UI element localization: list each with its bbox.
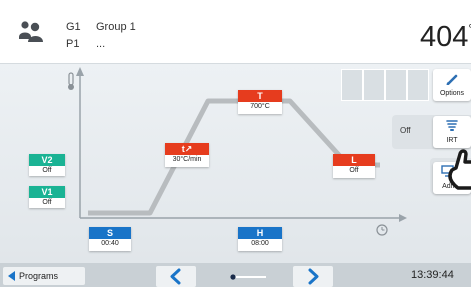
step-l-label: L — [333, 154, 375, 166]
page-slider[interactable] — [228, 274, 268, 280]
keypad-cell — [363, 69, 385, 101]
irt-label: IRT — [446, 137, 458, 144]
chevron-right-icon — [308, 268, 319, 285]
keypad-cell — [407, 69, 429, 101]
irt-state: Off — [400, 126, 411, 135]
step-s-button[interactable]: S 00:40 — [89, 227, 131, 251]
step-v2-value: Off — [42, 167, 52, 174]
step-s-value: 00:40 — [101, 240, 119, 247]
step-l-button[interactable]: L Off — [333, 154, 375, 178]
clock-time: 13:39:44 — [411, 269, 454, 281]
options-button[interactable]: Options — [433, 69, 471, 101]
chevron-left-icon — [170, 268, 181, 285]
footer-bar: Programs 13:39:44 — [0, 263, 471, 287]
step-t-rate-value: 30°C/min — [172, 156, 202, 163]
step-v2-button[interactable]: V2 Off — [29, 154, 65, 176]
step-v1-label: V1 — [29, 186, 65, 198]
quick-keypad — [341, 69, 429, 101]
irt-button[interactable]: IRT — [433, 116, 471, 148]
step-t-label: T — [238, 90, 282, 102]
options-label: Options — [439, 90, 465, 97]
slider-handle — [230, 274, 236, 280]
program-name[interactable]: ... — [96, 38, 105, 50]
temperature-value: 404 — [420, 21, 469, 53]
group-name[interactable]: Group 1 — [96, 21, 136, 33]
step-t-value: 700°C — [250, 103, 270, 110]
programs-button[interactable]: Programs — [3, 267, 85, 285]
step-heating-rate-button[interactable]: t↗ 30°C/min — [165, 143, 209, 167]
clock-icon — [376, 224, 388, 236]
x-axis-arrow — [399, 214, 407, 222]
step-h-value: 08:00 — [251, 240, 269, 247]
group-code: G1 — [66, 21, 81, 33]
y-axis-arrow — [76, 67, 84, 76]
keypad-cell — [341, 69, 363, 101]
arrow-left-icon — [8, 271, 15, 281]
step-v2-label: V2 — [29, 154, 65, 166]
current-temperature: 404° — [420, 21, 471, 54]
thermometer-icon — [68, 72, 74, 90]
step-h-button[interactable]: H 08:00 — [238, 227, 282, 251]
step-t-rate-label: t↗ — [165, 143, 209, 155]
step-l-value: Off — [349, 167, 359, 174]
step-h-label: H — [238, 227, 282, 239]
step-v1-button[interactable]: V1 Off — [29, 186, 65, 208]
next-program-button[interactable] — [293, 266, 333, 287]
program-graph-area: V2 Off V1 Off S 00:40 t↗ 30°C/min T 700°… — [0, 64, 471, 263]
irt-icon — [446, 120, 458, 131]
program-code: P1 — [66, 38, 80, 50]
furnace-screen: G1 Group 1 P1 ... 404° V2 Off V1 Off S 0… — [0, 0, 471, 287]
prev-program-button[interactable] — [156, 266, 196, 287]
users-icon[interactable] — [18, 21, 44, 43]
pencil-icon — [446, 74, 458, 86]
header: G1 Group 1 P1 ... 404° — [0, 0, 471, 64]
programs-label: Programs — [19, 271, 59, 281]
step-t-button[interactable]: T 700°C — [238, 90, 282, 114]
keypad-cell — [385, 69, 407, 101]
step-v1-value: Off — [42, 199, 52, 206]
step-s-label: S — [89, 227, 131, 239]
hand-pointer-icon — [448, 149, 471, 190]
